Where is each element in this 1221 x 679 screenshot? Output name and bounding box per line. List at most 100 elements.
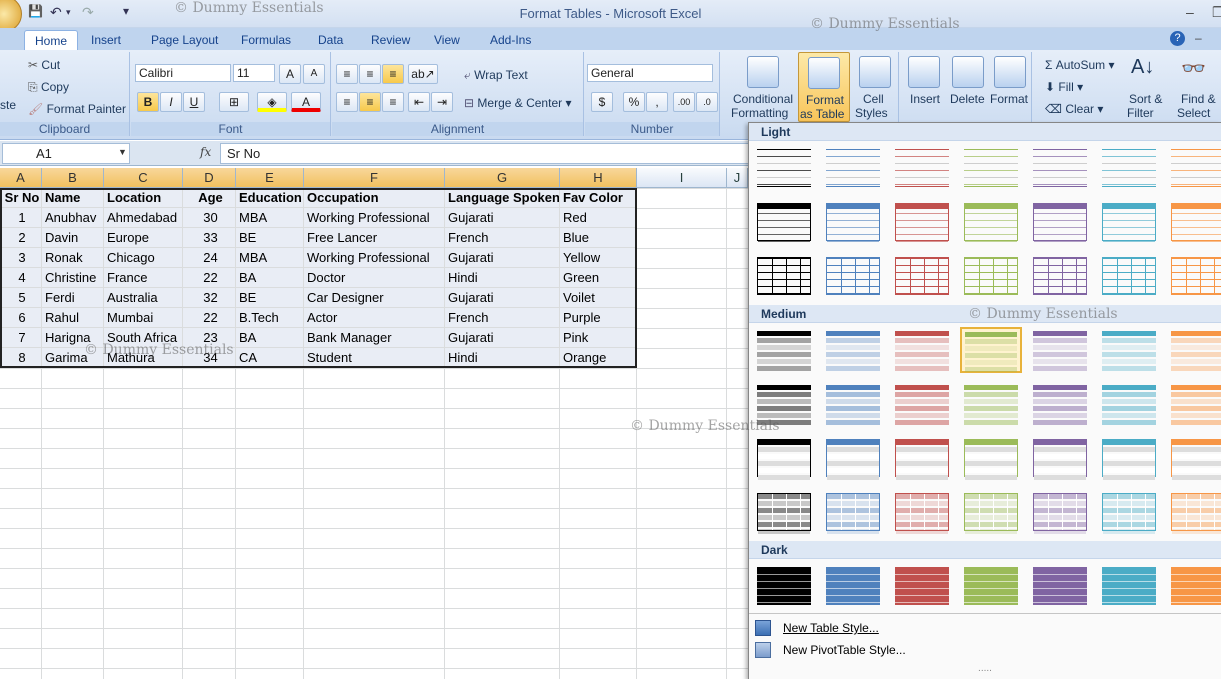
tab-view[interactable]: View — [434, 31, 460, 49]
table-header-cell[interactable]: Language Spoken — [445, 188, 560, 208]
table-cell[interactable]: Yellow — [560, 248, 637, 268]
table-cell[interactable]: Gujarati — [445, 328, 560, 348]
table-cell[interactable]: Gujarati — [445, 208, 560, 228]
insert-button[interactable]: Insert — [904, 52, 944, 120]
table-cell[interactable]: Garima — [42, 348, 104, 368]
table-style-swatch[interactable] — [753, 489, 815, 535]
align-middle-icon[interactable]: ≡ — [359, 64, 381, 84]
table-style-swatch[interactable] — [1029, 327, 1091, 373]
table-cell[interactable]: France — [104, 268, 183, 288]
tab-page-layout[interactable]: Page Layout — [151, 31, 218, 49]
table-cell[interactable]: BE — [236, 288, 304, 308]
table-style-swatch[interactable] — [891, 253, 953, 299]
table-cell[interactable]: Gujarati — [445, 248, 560, 268]
table-cell[interactable]: 32 — [183, 288, 236, 308]
help-icon[interactable]: ? — [1170, 31, 1185, 46]
table-cell[interactable]: Purple — [560, 308, 637, 328]
table-style-swatch[interactable] — [1098, 489, 1160, 535]
minimize-icon[interactable]: – — [1186, 4, 1194, 20]
table-cell[interactable]: MBA — [236, 208, 304, 228]
table-style-swatch[interactable] — [1098, 145, 1160, 191]
table-header-cell[interactable]: Occupation — [304, 188, 445, 208]
new-table-style-item[interactable]: New Table Style... — [749, 617, 1221, 639]
column-header[interactable]: J — [727, 168, 748, 188]
table-cell[interactable]: Actor — [304, 308, 445, 328]
name-box-dropdown-icon[interactable]: ▼ — [118, 147, 127, 157]
table-cell[interactable]: Bank Manager — [304, 328, 445, 348]
table-style-swatch[interactable] — [1167, 435, 1221, 481]
table-style-swatch[interactable] — [1029, 435, 1091, 481]
table-cell[interactable]: Green — [560, 268, 637, 288]
table-cell[interactable]: Australia — [104, 288, 183, 308]
ribbon-minimize-icon[interactable]: – — [1195, 31, 1202, 45]
table-cell[interactable]: Rahul — [42, 308, 104, 328]
table-style-swatch[interactable] — [753, 563, 815, 609]
table-style-swatch[interactable] — [1167, 253, 1221, 299]
bold-button[interactable]: B — [137, 92, 159, 112]
merge-center-button[interactable]: ⊟ Merge & Center ▾ — [464, 96, 571, 110]
format-as-table-button[interactable]: Format as Table — [798, 52, 850, 122]
table-cell[interactable]: Ronak — [42, 248, 104, 268]
column-header[interactable]: G — [445, 168, 560, 188]
table-cell[interactable]: 6 — [0, 308, 42, 328]
table-cell[interactable]: Working Professional — [304, 208, 445, 228]
align-left-icon[interactable]: ≡ — [336, 92, 358, 112]
table-cell[interactable]: 7 — [0, 328, 42, 348]
table-style-swatch[interactable] — [891, 381, 953, 427]
table-style-swatch[interactable] — [891, 563, 953, 609]
table-cell[interactable]: Orange — [560, 348, 637, 368]
table-cell[interactable]: Chicago — [104, 248, 183, 268]
fill-button[interactable]: ⬇ Fill ▾ — [1045, 80, 1083, 94]
table-cell[interactable]: Doctor — [304, 268, 445, 288]
column-header[interactable]: D — [183, 168, 236, 188]
worksheet-grid[interactable]: A B C D E F G H I J Sr No Name Location Age Education O… — [0, 168, 748, 679]
clear-button[interactable]: ⌫ Clear ▾ — [1045, 102, 1103, 116]
table-header-cell[interactable]: Education — [236, 188, 304, 208]
table-style-swatch[interactable] — [960, 435, 1022, 481]
table-header-cell[interactable]: Name — [42, 188, 104, 208]
wrap-text-button[interactable]: ⤶ Wrap Text — [464, 68, 528, 83]
column-header[interactable]: E — [236, 168, 304, 188]
table-style-swatch[interactable] — [753, 253, 815, 299]
table-cell[interactable]: Student — [304, 348, 445, 368]
comma-button[interactable]: , — [646, 92, 668, 112]
find-select-button[interactable]: 👓 Find & Select — [1175, 52, 1221, 120]
font-size-select[interactable]: 11 — [233, 64, 275, 82]
currency-button[interactable]: $ — [591, 92, 613, 112]
table-cell[interactable]: 8 — [0, 348, 42, 368]
table-cell[interactable]: 5 — [0, 288, 42, 308]
table-cell[interactable]: CA — [236, 348, 304, 368]
table-cell[interactable]: 34 — [183, 348, 236, 368]
table-style-swatch[interactable] — [1029, 489, 1091, 535]
increase-indent-icon[interactable]: ⇥ — [431, 92, 453, 112]
table-cell[interactable]: Europe — [104, 228, 183, 248]
table-style-swatch[interactable] — [753, 435, 815, 481]
sort-filter-button[interactable]: A↓ Sort & Filter — [1127, 52, 1171, 120]
table-style-swatch[interactable] — [1098, 253, 1160, 299]
table-style-swatch[interactable] — [822, 435, 884, 481]
column-header[interactable]: H — [560, 168, 637, 188]
table-cell[interactable]: MBA — [236, 248, 304, 268]
table-style-swatch[interactable] — [1029, 381, 1091, 427]
table-style-swatch[interactable] — [822, 381, 884, 427]
table-style-swatch[interactable] — [1167, 563, 1221, 609]
table-style-swatch[interactable] — [891, 199, 953, 245]
table-header-cell[interactable]: Location — [104, 188, 183, 208]
table-style-swatch[interactable] — [960, 563, 1022, 609]
table-style-swatch[interactable] — [1029, 199, 1091, 245]
table-cell[interactable]: Mathura — [104, 348, 183, 368]
font-name-select[interactable]: Calibri — [135, 64, 231, 82]
table-style-swatch[interactable] — [1167, 327, 1221, 373]
table-cell[interactable]: South Africa — [104, 328, 183, 348]
table-style-swatch[interactable] — [753, 145, 815, 191]
table-style-swatch[interactable] — [960, 381, 1022, 427]
table-style-swatch[interactable] — [960, 145, 1022, 191]
table-style-swatch[interactable] — [822, 489, 884, 535]
name-box[interactable]: A1 — [2, 143, 130, 164]
table-style-swatch[interactable] — [891, 435, 953, 481]
table-style-swatch[interactable] — [1098, 199, 1160, 245]
table-style-swatch[interactable] — [753, 199, 815, 245]
cell-styles-button[interactable]: Cell Styles — [853, 52, 897, 120]
shrink-font-button[interactable]: A — [303, 64, 325, 84]
table-style-swatch[interactable] — [822, 145, 884, 191]
